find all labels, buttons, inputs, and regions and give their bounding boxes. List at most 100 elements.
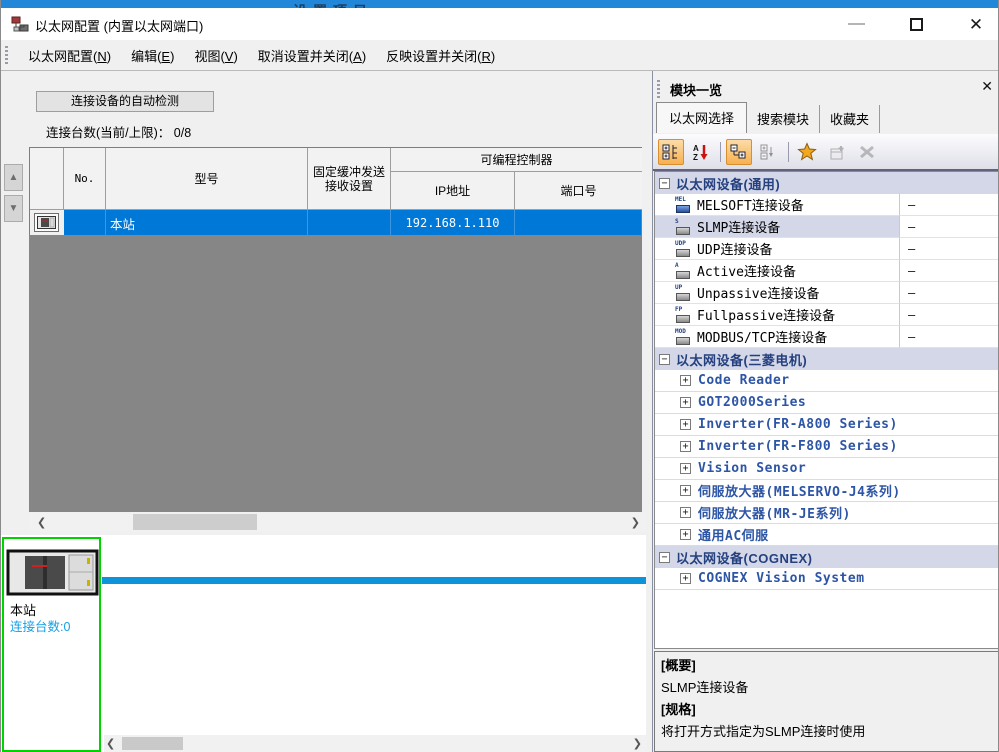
menu-bar: 以太网配置(N) 编辑(E) 视图(V) 取消设置并关闭(A) 反映设置并关闭(R): [1, 40, 999, 71]
tree-item-value: –: [899, 304, 998, 326]
minimize-icon[interactable]: [833, 8, 879, 40]
expand-icon[interactable]: +: [680, 419, 691, 430]
tree-item[interactable]: AActive连接设备–: [655, 260, 998, 282]
expand-icon[interactable]: +: [680, 485, 691, 496]
cell-no[interactable]: [64, 210, 106, 236]
tree-item-label: MODBUS/TCP连接设备: [697, 327, 827, 346]
move-up-button[interactable]: ▲: [4, 164, 23, 191]
collapse-icon[interactable]: −: [659, 552, 670, 563]
device-icon: MEL: [675, 197, 693, 213]
expand-icon[interactable]: +: [680, 397, 691, 408]
tree-item[interactable]: MELMELSOFT连接设备–: [655, 194, 998, 216]
module-list-toolbar: AZ: [653, 134, 999, 171]
device-icon: FP: [675, 307, 693, 323]
tree-item[interactable]: +伺服放大器(MR-JE系列): [655, 502, 998, 524]
diagram-horizontal-scrollbar[interactable]: ❮ ❯: [104, 735, 646, 752]
row-device-icon[interactable]: [34, 213, 59, 232]
expand-all-icon[interactable]: [726, 139, 752, 165]
tree-item[interactable]: MODMODBUS/TCP连接设备–: [655, 326, 998, 348]
tab-0[interactable]: 以太网选择: [656, 102, 747, 133]
tree-item[interactable]: +GOT2000Series: [655, 392, 998, 414]
scrollbar-thumb[interactable]: [133, 514, 257, 530]
tree-item[interactable]: + 伺服放大器(MELSERVO-J4系列): [655, 480, 998, 502]
sort-order-icon[interactable]: [658, 139, 684, 165]
close-icon[interactable]: ✕: [953, 8, 999, 40]
connection-config-pane: 连接设备的自动检测 连接台数(当前/上限)： 0/8 ▲ ▼ No. 型号 固定…: [1, 71, 646, 752]
cell-fixed-buffer[interactable]: [308, 210, 391, 236]
tree-item[interactable]: + 通用AC伺服: [655, 524, 998, 546]
favorite-star-icon[interactable]: [794, 139, 820, 165]
tree-item-value: –: [899, 260, 998, 282]
tree-item-label: SLMP连接设备: [697, 217, 780, 236]
cell-ip[interactable]: 192.168.1.110: [391, 210, 515, 236]
move-down-button[interactable]: ▼: [4, 195, 23, 222]
panel-close-icon[interactable]: ✕: [981, 78, 993, 95]
tab-2[interactable]: 收藏夹: [820, 105, 880, 133]
tree-item[interactable]: +Vision Sensor: [655, 458, 998, 480]
spec-text: 将打开方式指定为SLMP连接时使用: [661, 721, 992, 743]
summary-text: SLMP连接设备: [661, 677, 992, 699]
menu-item-4[interactable]: 反映设置并关闭(R): [386, 46, 495, 65]
panel-titlebar: 模块一览 ✕: [653, 78, 999, 100]
plc-module-image: [6, 549, 99, 596]
menu-item-3[interactable]: 取消设置并关闭(A): [258, 46, 366, 65]
panel-grip[interactable]: [657, 80, 660, 98]
expand-icon[interactable]: +: [680, 573, 691, 584]
menu-item-0[interactable]: 以太网配置(N): [28, 46, 111, 65]
scrollbar-thumb[interactable]: [122, 737, 183, 750]
toolbar-separator: [720, 142, 721, 162]
tree-item-value: –: [899, 216, 998, 238]
tab-1[interactable]: 搜索模块: [747, 105, 820, 133]
expand-icon[interactable]: +: [680, 463, 691, 474]
tree-item-label: Unpassive连接设备: [697, 283, 819, 302]
tree-item[interactable]: SSLMP连接设备–: [655, 216, 998, 238]
tree-item-label: Fullpassive连接设备: [697, 305, 835, 324]
sort-az-icon[interactable]: AZ: [688, 139, 714, 165]
maximize-icon[interactable]: [893, 8, 939, 40]
tree-item[interactable]: UDPUDP连接设备–: [655, 238, 998, 260]
expand-icon[interactable]: +: [680, 375, 691, 386]
tree-item[interactable]: +COGNEX Vision System: [655, 568, 998, 590]
collapse-icon[interactable]: −: [659, 178, 670, 189]
ethernet-trunk-line: [102, 577, 646, 584]
tree-item-value: –: [899, 282, 998, 304]
module-list-panel: 模块一览 ✕ 以太网选择搜索模块收藏夹 AZ −以太网设备(通用)MELMELS…: [652, 71, 999, 752]
scroll-right-icon[interactable]: ❯: [631, 512, 640, 532]
cell-model[interactable]: 本站: [106, 210, 308, 236]
tree-item[interactable]: + Code Reader: [655, 370, 998, 392]
expand-icon[interactable]: +: [680, 507, 691, 518]
cell-port[interactable]: [515, 210, 641, 236]
tree-item[interactable]: +Inverter(FR-F800 Series): [655, 436, 998, 458]
station-connection-count: 连接台数:0: [10, 616, 70, 635]
menu-item-1[interactable]: 编辑(E): [131, 46, 174, 65]
scroll-right-icon[interactable]: ❯: [633, 735, 642, 752]
table-horizontal-scrollbar[interactable]: ❮ ❯: [29, 512, 646, 532]
tree-item-label: Code Reader: [698, 373, 790, 388]
tree-item-label: 通用AC伺服: [698, 525, 769, 544]
expand-icon[interactable]: +: [680, 441, 691, 452]
module-list-tabs: 以太网选择搜索模块收藏夹: [656, 106, 998, 133]
tree-item[interactable]: +Inverter(FR-A800 Series): [655, 414, 998, 436]
tree-item-label: 伺服放大器(MELSERVO-J4系列): [698, 481, 901, 500]
menu-item-2[interactable]: 视图(V): [194, 46, 237, 65]
scroll-left-icon[interactable]: ❮: [106, 735, 115, 752]
window-title: 以太网配置 (内置以太网端口): [35, 16, 203, 35]
background-window-title-fragment: 设置项目: [293, 1, 403, 8]
spec-title: [规格]: [661, 699, 992, 721]
scroll-left-icon[interactable]: ❮: [37, 512, 46, 532]
menubar-grip[interactable]: [5, 46, 8, 64]
expand-icon[interactable]: +: [680, 529, 691, 540]
tree-item[interactable]: FPFullpassive连接设备 –: [655, 304, 998, 326]
delete-favorite-icon: [854, 139, 880, 165]
collapse-icon[interactable]: −: [659, 354, 670, 365]
column-header-icon: [30, 148, 64, 210]
table-row[interactable]: 本站 192.168.1.110: [30, 210, 641, 236]
tree-group-header[interactable]: −以太网设备(COGNEX): [655, 546, 998, 568]
auto-detect-button[interactable]: 连接设备的自动检测: [36, 91, 214, 112]
tree-group-header[interactable]: −以太网设备(三菱电机): [655, 348, 998, 370]
column-header-model: 型号: [106, 148, 308, 210]
host-station-box[interactable]: 本站 连接台数:0: [2, 537, 101, 752]
tree-group-header[interactable]: −以太网设备(通用): [655, 172, 998, 194]
background-window-strip: 设置项目: [1, 0, 999, 8]
tree-item[interactable]: UPUnpassive连接设备–: [655, 282, 998, 304]
